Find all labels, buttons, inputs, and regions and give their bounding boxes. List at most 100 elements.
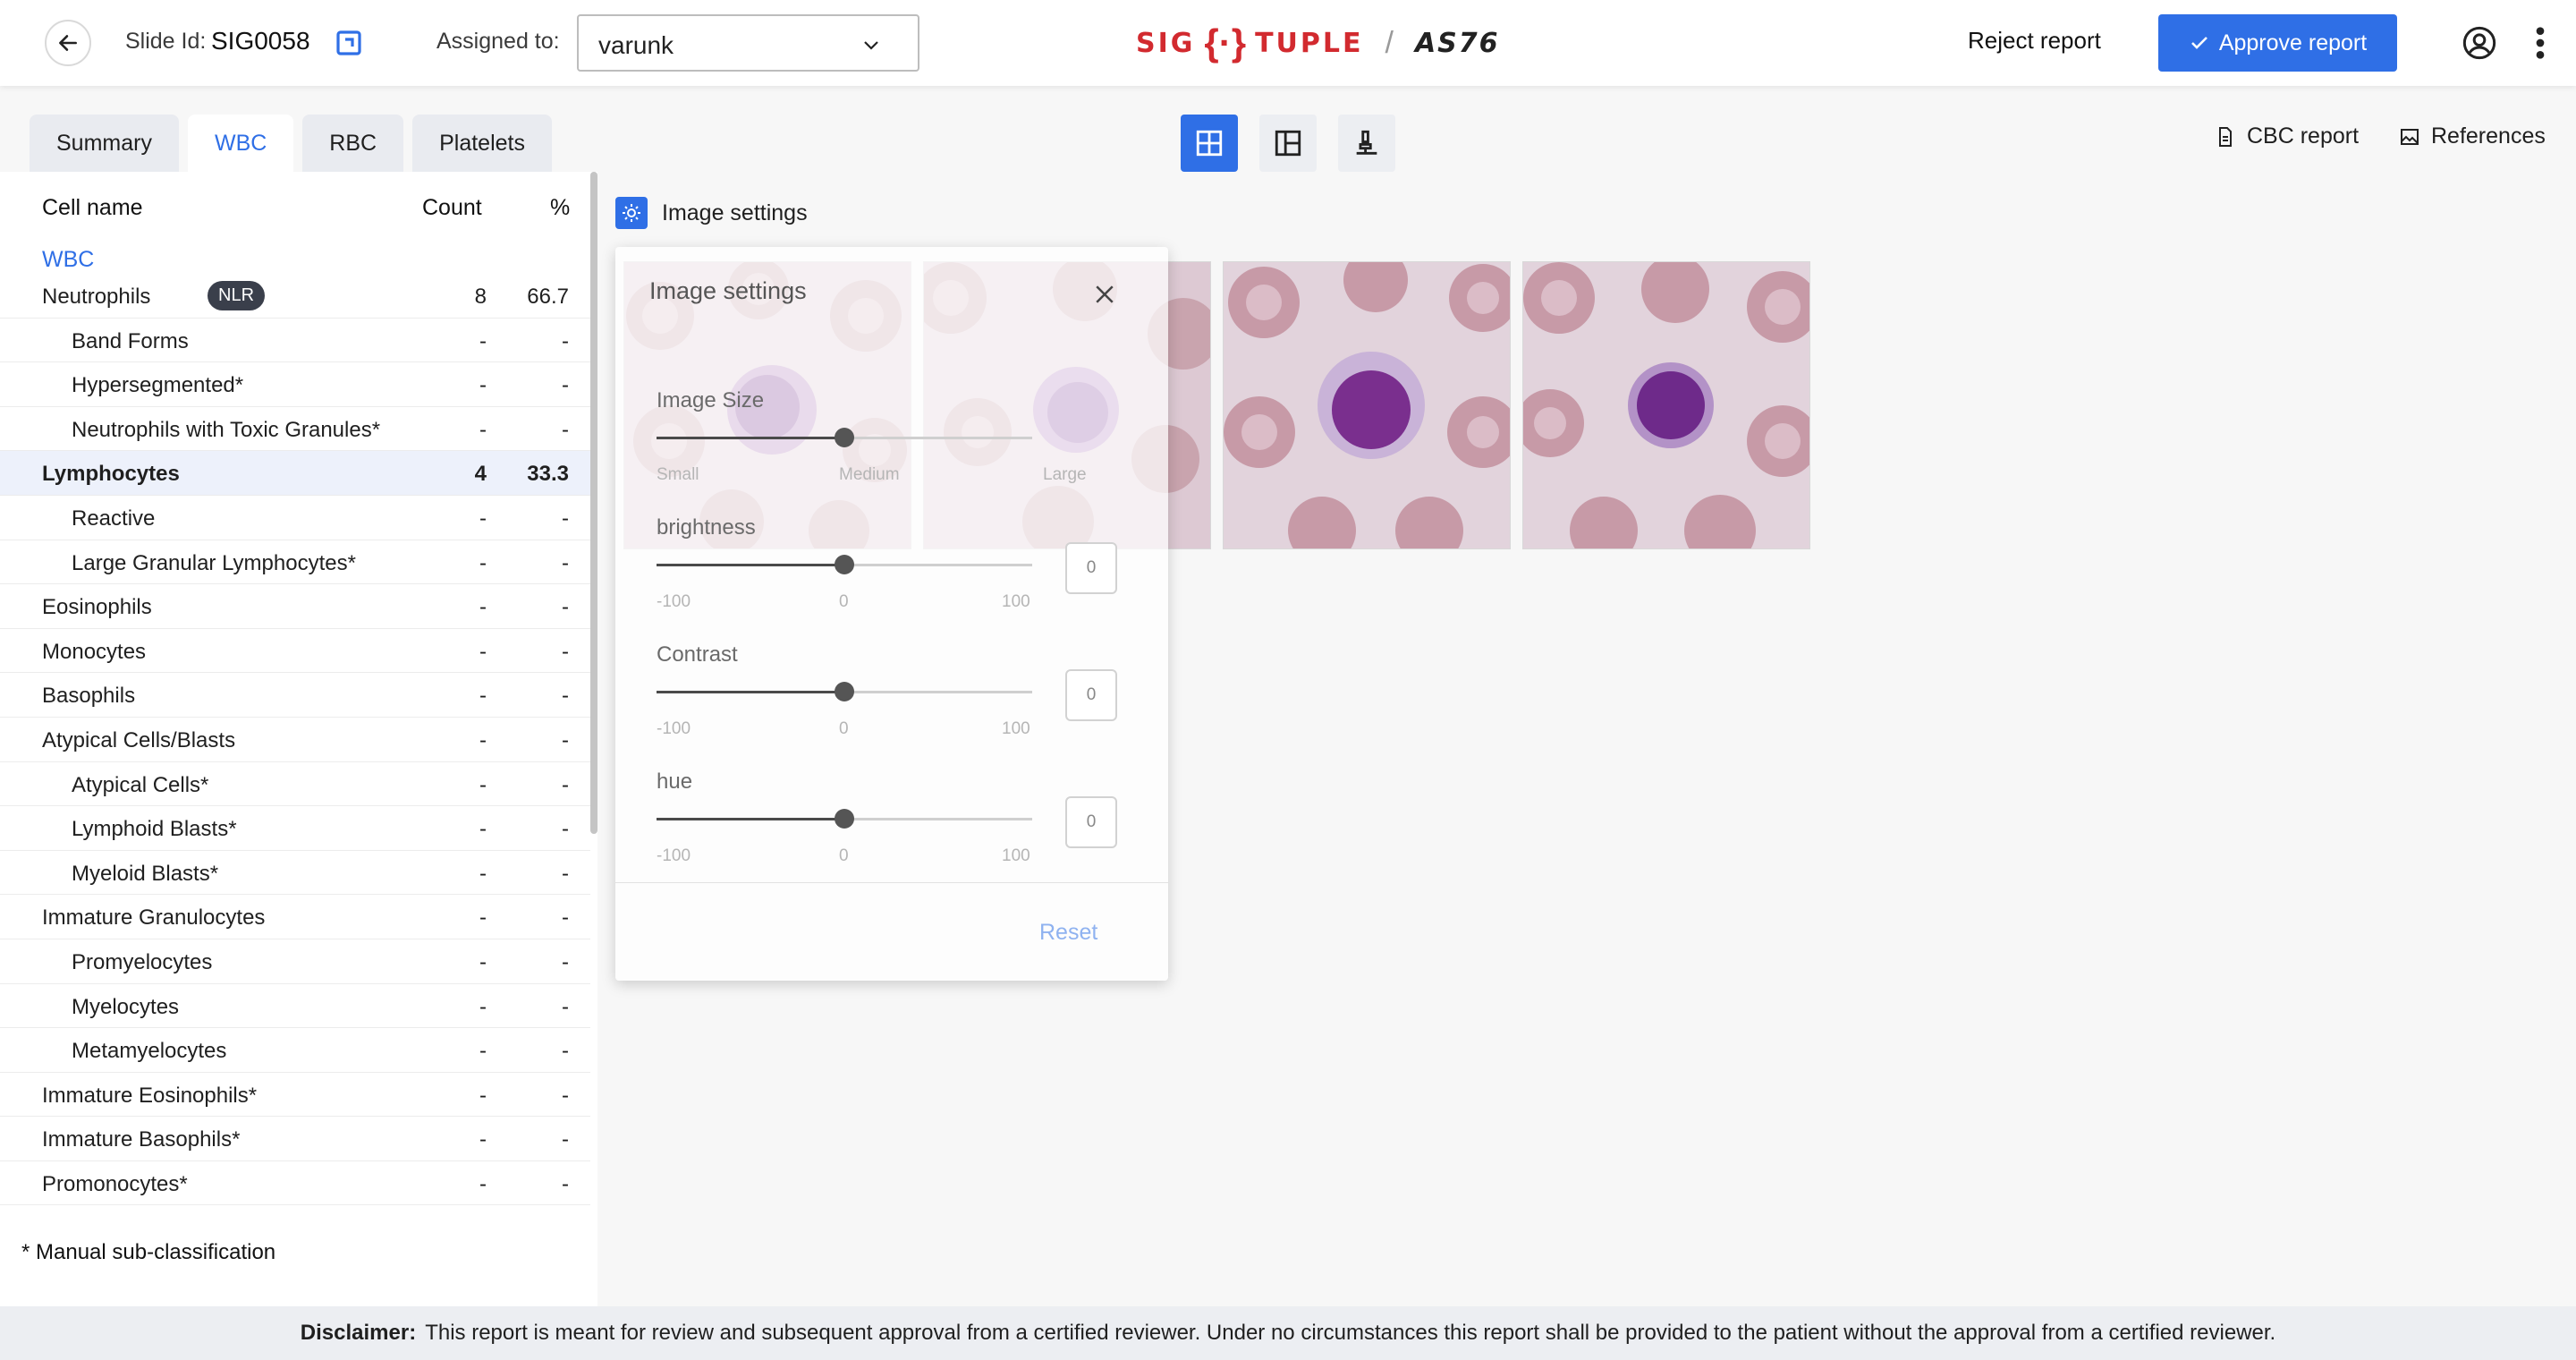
table-row[interactable]: Eosinophils - - <box>0 584 590 629</box>
microscope-view-button[interactable] <box>1338 115 1395 172</box>
cell-percent: - <box>562 595 569 620</box>
cell-percent: - <box>562 1171 569 1196</box>
table-row[interactable]: Immature Granulocytes - - <box>0 895 590 939</box>
table-row[interactable]: Reactive - - <box>0 496 590 540</box>
image-size-slider[interactable] <box>657 428 1032 447</box>
nlr-badge[interactable]: NLR <box>208 281 266 310</box>
document-icon <box>2219 126 2232 147</box>
brightness-min: -100 <box>657 592 691 611</box>
approve-report-button[interactable]: Approve report <box>2158 14 2397 72</box>
cell-count: - <box>479 684 487 709</box>
tab-wbc[interactable]: WBC <box>187 115 294 172</box>
cell-name: Metamyelocytes <box>72 1039 227 1064</box>
cell-percent: 33.3 <box>527 462 569 487</box>
brightness-slider[interactable] <box>657 555 1032 574</box>
table-row[interactable]: Myelocytes - - <box>0 984 590 1029</box>
hue-input[interactable]: 0 <box>1065 796 1117 848</box>
brightness-icon <box>615 197 648 229</box>
size-tick-small: Small <box>657 465 699 484</box>
table-row[interactable]: Atypical Cells/Blasts - - <box>0 718 590 762</box>
table-row[interactable]: Band Forms - - <box>0 319 590 363</box>
back-button[interactable] <box>45 20 91 66</box>
size-tick-large: Large <box>1043 465 1087 484</box>
slider-thumb[interactable] <box>835 555 854 574</box>
cell-count: - <box>479 905 487 931</box>
cell-name: Myeloid Blasts* <box>72 861 219 886</box>
cell-count: - <box>479 328 487 353</box>
cbc-report-button[interactable]: CBC report <box>2215 123 2359 149</box>
cell-count: 8 <box>474 285 487 309</box>
table-header: Cell name Count % <box>0 172 590 243</box>
table-row[interactable]: Basophils - - <box>0 673 590 718</box>
references-button[interactable]: References <box>2399 123 2546 149</box>
cell-micrograph <box>1523 262 1809 548</box>
col-cell-name: Cell name <box>42 195 143 220</box>
contrast-slider[interactable] <box>657 682 1032 701</box>
open-external-icon[interactable] <box>335 29 363 57</box>
tab-rbc[interactable]: RBC <box>302 115 404 172</box>
check-icon <box>2190 37 2207 49</box>
logo-sig-text: SIG <box>1136 27 1196 59</box>
hue-slider[interactable] <box>657 809 1032 829</box>
cell-name: Hypersegmented* <box>72 373 244 398</box>
cell-count: - <box>479 1171 487 1196</box>
manual-subclass-footnote: * Manual sub-classification <box>21 1240 276 1264</box>
cell-count: - <box>479 772 487 797</box>
user-account-icon[interactable] <box>2462 25 2497 61</box>
reject-report-button[interactable]: Reject report <box>1968 27 2101 55</box>
brightness-mid: 0 <box>839 592 849 611</box>
image-settings-popover: Image settings Image Size Small Medium L… <box>615 247 1168 981</box>
cell-name: Immature Granulocytes <box>42 905 266 931</box>
cell-count: - <box>479 861 487 886</box>
contrast-input[interactable]: 0 <box>1065 669 1117 721</box>
table-row[interactable]: Neutrophils NLR 8 66.7 <box>0 274 590 319</box>
hue-max: 100 <box>1002 846 1030 865</box>
wbc-group-label[interactable]: WBC <box>42 247 94 273</box>
table-row[interactable]: Myeloid Blasts* - - <box>0 851 590 896</box>
tab-summary[interactable]: Summary <box>30 115 179 172</box>
split-layout-icon <box>1275 130 1301 157</box>
image-settings-toggle[interactable]: Image settings <box>615 197 808 229</box>
more-options-icon[interactable] <box>2533 25 2547 61</box>
scrollbar[interactable] <box>590 172 597 834</box>
table-row[interactable]: Hypersegmented* - - <box>0 362 590 407</box>
table-row[interactable]: Immature Basophils* - - <box>0 1117 590 1161</box>
cell-name: Neutrophils with Toxic Granules* <box>72 417 381 442</box>
table-row[interactable]: Monocytes - - <box>0 629 590 674</box>
close-icon[interactable] <box>1091 281 1118 308</box>
cell-image-tile[interactable] <box>1522 261 1810 549</box>
split-view-button[interactable] <box>1259 115 1317 172</box>
cell-percent: - <box>562 684 569 709</box>
assigned-to-label: Assigned to: <box>436 29 560 54</box>
cell-name: Lymphocytes <box>42 462 180 487</box>
slider-thumb[interactable] <box>835 682 854 701</box>
cell-name: Atypical Cells/Blasts <box>42 727 236 752</box>
table-row[interactable]: Neutrophils with Toxic Granules* - - <box>0 407 590 452</box>
tab-platelets[interactable]: Platelets <box>412 115 552 172</box>
slider-thumb[interactable] <box>835 809 854 829</box>
arrow-left-icon <box>59 35 77 51</box>
table-row[interactable]: Atypical Cells* - - <box>0 762 590 807</box>
table-row[interactable]: Promonocytes* - - <box>0 1161 590 1206</box>
contrast-max: 100 <box>1002 719 1030 738</box>
table-row[interactable]: Lymphoid Blasts* - - <box>0 806 590 851</box>
cell-percent: - <box>562 1127 569 1152</box>
slider-thumb[interactable] <box>835 428 854 447</box>
table-row[interactable]: Metamyelocytes - - <box>0 1028 590 1073</box>
cell-image-tile[interactable] <box>1223 261 1511 549</box>
assignee-select[interactable]: varunk <box>577 14 919 72</box>
grid-view-button[interactable] <box>1181 115 1238 172</box>
table-row[interactable]: Lymphocytes 4 33.3 <box>0 451 590 496</box>
cell-percent: - <box>562 373 569 398</box>
slider-fill <box>657 437 844 439</box>
brightness-max: 100 <box>1002 592 1030 611</box>
reset-button[interactable]: Reset <box>1039 920 1097 946</box>
brightness-input[interactable]: 0 <box>1065 542 1117 594</box>
popover-title: Image settings <box>649 277 807 304</box>
microscope-icon <box>1356 130 1377 155</box>
table-row[interactable]: Immature Eosinophils* - - <box>0 1073 590 1118</box>
table-row[interactable]: Large Granular Lymphocytes* - - <box>0 540 590 585</box>
image-icon <box>2401 128 2419 145</box>
table-row[interactable]: Promyelocytes - - <box>0 939 590 984</box>
grid-icon <box>1196 130 1223 157</box>
